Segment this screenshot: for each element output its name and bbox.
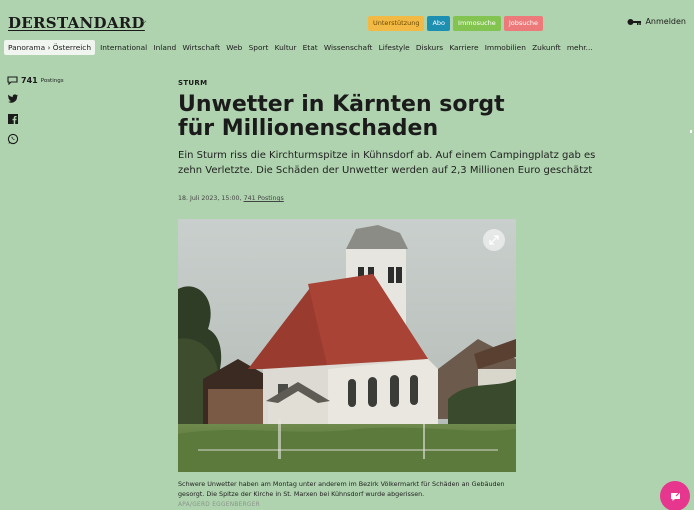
image-caption: Schwere Unwetter haben am Montag unter a… xyxy=(178,480,505,498)
nav-item-international[interactable]: International xyxy=(100,43,147,52)
facebook-icon[interactable] xyxy=(7,113,19,125)
twitter-icon[interactable] xyxy=(7,93,19,105)
expand-icon xyxy=(489,235,499,245)
article-date: 18. Juli 2023, 15:00, xyxy=(178,195,242,202)
postings-count: 741 xyxy=(21,76,38,85)
article: STURM Unwetter in Kärnten sorgt für Mill… xyxy=(178,79,608,202)
article-meta: 18. Juli 2023, 15:00, 741 Postings xyxy=(178,195,608,202)
article-lead: Ein Sturm riss die Kirchturmspitze in Kü… xyxy=(178,150,596,176)
article-headline: Unwetter in Kärnten sorgt für Millionens… xyxy=(178,92,505,141)
chevron-down-icon[interactable]: ⌄ xyxy=(140,15,148,26)
nav-item-inland[interactable]: Inland xyxy=(153,43,176,52)
article-image[interactable] xyxy=(178,219,516,472)
nav-item-mehr[interactable]: mehr... xyxy=(567,43,593,52)
article-kicker: STURM xyxy=(178,79,208,87)
scrollbar-thumb[interactable] xyxy=(690,130,692,133)
nav-item-kultur[interactable]: Kultur xyxy=(275,43,297,52)
abo-button[interactable]: Abo xyxy=(427,16,451,31)
site-logo[interactable]: DERSTANDARD xyxy=(8,14,145,32)
expand-image-button[interactable] xyxy=(483,229,505,251)
jobsuche-button[interactable]: Jobsuche xyxy=(503,16,544,31)
header-pills: Unterstützung Abo Immosuche Jobsuche xyxy=(368,16,544,31)
nav-item-etat[interactable]: Etat xyxy=(303,43,318,52)
nav-item-immobilien[interactable]: Immobilien xyxy=(485,43,526,52)
nav-item-web[interactable]: Web xyxy=(226,43,242,52)
site-header: DERSTANDARD ⌄ Unterstützung Abo Immosuch… xyxy=(0,0,694,56)
immosuche-button[interactable]: Immosuche xyxy=(453,16,501,31)
chat-icon xyxy=(670,492,680,501)
whatsapp-icon[interactable] xyxy=(7,133,19,145)
nav-item-karriere[interactable]: Karriere xyxy=(449,43,478,52)
support-button[interactable]: Unterstützung xyxy=(368,16,425,31)
postings-label: Postings xyxy=(40,77,64,84)
postings-link[interactable]: 741 Postings xyxy=(244,195,284,202)
share-sidebar: 741 Postings xyxy=(7,76,64,145)
nav-item-zukunft[interactable]: Zukunft xyxy=(532,43,561,52)
main-navigation: Panorama › Österreich International Inla… xyxy=(4,39,599,55)
key-icon xyxy=(627,18,642,25)
breadcrumb-active[interactable]: Panorama › Österreich xyxy=(4,39,96,55)
postings-counter[interactable]: 741 Postings xyxy=(7,76,64,85)
login-label: Anmelden xyxy=(645,17,686,26)
image-credit: APA/GERD EGGENBERGER xyxy=(178,502,260,508)
nav-item-diskurs[interactable]: Diskurs xyxy=(416,43,443,52)
login-button[interactable]: Anmelden xyxy=(627,17,686,26)
nav-item-sport[interactable]: Sport xyxy=(249,43,269,52)
nav-item-lifestyle[interactable]: Lifestyle xyxy=(379,43,410,52)
church-photo xyxy=(178,219,516,472)
feedback-button[interactable] xyxy=(660,481,690,510)
nav-item-wissenschaft[interactable]: Wissenschaft xyxy=(324,43,373,52)
comment-icon xyxy=(7,76,18,85)
nav-item-wirtschaft[interactable]: Wirtschaft xyxy=(182,43,220,52)
